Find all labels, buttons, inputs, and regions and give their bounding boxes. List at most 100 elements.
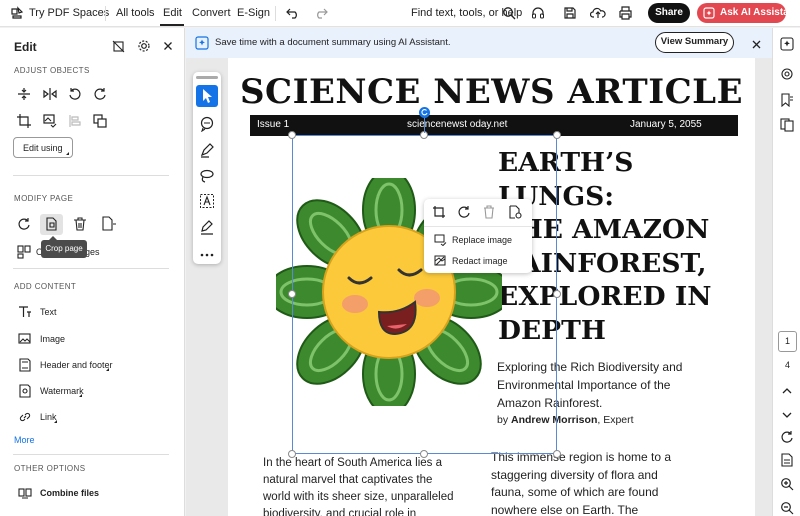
try-pdf-spaces-link[interactable]: Try PDF Spaces: [29, 7, 109, 19]
divider: [13, 268, 169, 269]
cursor-arrow-icon: [203, 89, 212, 103]
resize-handle[interactable]: [553, 131, 561, 139]
replace-image-item[interactable]: Replace image: [424, 231, 532, 249]
more-link[interactable]: More: [14, 435, 35, 445]
resize-handle[interactable]: [553, 290, 561, 298]
tooltip-pointer: [49, 236, 57, 240]
menu-edit-underline: [160, 24, 184, 26]
masthead-title[interactable]: SCIENCE NEWS ARTICLE: [228, 72, 755, 112]
undo-icon[interactable]: [286, 7, 300, 19]
link-item[interactable]: Link: [18, 408, 57, 426]
menu-convert[interactable]: Convert: [192, 7, 231, 19]
body-column-left[interactable]: In the heart of South America lies a nat…: [263, 455, 453, 516]
author-role: , Expert: [597, 414, 634, 426]
body-line: fauna, some of which are found: [491, 485, 659, 499]
ask-ai-assistant-button[interactable]: Ask AI Assistant: [697, 3, 798, 23]
search-icon[interactable]: [502, 6, 516, 20]
page-down-icon[interactable]: [782, 408, 792, 418]
resize-handle[interactable]: [288, 131, 296, 139]
settings-gear-icon[interactable]: [137, 39, 151, 53]
replace-image-icon[interactable]: [42, 113, 58, 129]
header-footer-item[interactable]: Header and footer: [18, 356, 113, 374]
text-box-icon[interactable]: [199, 193, 215, 209]
ctx-rotate-icon[interactable]: [457, 205, 471, 219]
organize-pages-icon[interactable]: [16, 244, 32, 260]
masthead-bar: Issue 1 sciencenewst oday.net January 5,…: [250, 115, 738, 136]
sync-icon[interactable]: [780, 67, 794, 81]
resize-handle[interactable]: [553, 450, 561, 458]
redact-image-label: Redact image: [452, 256, 508, 266]
add-image-item[interactable]: Image: [18, 330, 65, 348]
divider: [275, 6, 276, 21]
edit-using-button[interactable]: Edit using: [13, 137, 73, 158]
highlight-pen-icon[interactable]: [199, 142, 215, 158]
body-column-right[interactable]: This immense region is home to a stagger…: [491, 449, 671, 516]
refresh-icon[interactable]: [780, 430, 794, 444]
align-vertical-icon[interactable]: [16, 86, 32, 102]
sign-pen-icon[interactable]: [199, 219, 215, 235]
watermark-item[interactable]: Watermark: [18, 382, 84, 400]
pdf-spaces-icon[interactable]: [10, 6, 24, 20]
resize-handle[interactable]: [288, 450, 296, 458]
menu-esign[interactable]: E-Sign: [237, 7, 270, 19]
ctx-crop-icon[interactable]: [432, 205, 446, 219]
issue-label[interactable]: Issue 1: [257, 119, 289, 130]
zoom-in-icon[interactable]: [780, 477, 794, 491]
more-tools-icon[interactable]: [199, 247, 215, 257]
redact-image-item[interactable]: Redact image: [424, 252, 532, 270]
resize-handle[interactable]: [288, 290, 296, 298]
date-label[interactable]: January 5, 2055: [630, 119, 702, 130]
headphones-icon[interactable]: [531, 6, 545, 20]
crop-page-button[interactable]: [40, 214, 63, 235]
upload-cloud-icon[interactable]: [589, 6, 606, 20]
ctx-replace-icon[interactable]: [508, 205, 522, 219]
ctx-delete-icon[interactable]: [482, 205, 496, 219]
print-icon[interactable]: [618, 6, 633, 20]
body-line: world with its sheer size, unparalleled: [263, 491, 454, 503]
current-page-field[interactable]: 1: [778, 331, 797, 352]
close-panel-icon[interactable]: [163, 40, 173, 50]
palette-grip[interactable]: [196, 76, 218, 79]
select-tool-button[interactable]: [196, 85, 218, 107]
menu-edit[interactable]: Edit: [163, 7, 182, 19]
edit-using-label: Edit using: [23, 143, 63, 153]
page-view-icon[interactable]: [780, 453, 794, 467]
header-footer-icon: [18, 358, 32, 372]
menu-all-tools[interactable]: All tools: [116, 7, 155, 19]
arrange-objects-icon[interactable]: [92, 113, 108, 129]
zoom-out-icon[interactable]: [780, 501, 794, 515]
delete-page-icon[interactable]: [72, 216, 88, 232]
section-other-options: OTHER OPTIONS: [14, 464, 86, 473]
rotate-left-icon[interactable]: [67, 86, 83, 102]
hide-edits-icon[interactable]: [112, 40, 125, 53]
page-up-icon[interactable]: [782, 384, 792, 394]
add-text-icon: [18, 305, 32, 319]
image-selection-box[interactable]: [292, 135, 557, 454]
crop-icon[interactable]: [16, 113, 32, 129]
banner-text: Save time with a document summary using …: [215, 37, 451, 48]
ai-assistant-rail-icon[interactable]: [780, 37, 794, 51]
flip-horizontal-icon[interactable]: [42, 86, 58, 102]
draw-lasso-icon[interactable]: [199, 168, 215, 184]
ai-sparkle-icon: [703, 7, 715, 19]
rotate-right-icon[interactable]: [92, 86, 108, 102]
crop-page-tooltip: Crop page: [41, 240, 87, 258]
comment-add-icon[interactable]: [199, 116, 215, 133]
insert-page-icon[interactable]: [100, 216, 116, 232]
add-image-label: Image: [40, 334, 66, 344]
view-summary-button[interactable]: View Summary: [655, 32, 734, 53]
site-label[interactable]: sciencenewst oday.net: [407, 119, 507, 130]
combine-files-item[interactable]: Combine files: [18, 484, 99, 502]
rotate-handle-icon[interactable]: [419, 107, 430, 118]
pages-thumbnail-icon[interactable]: [780, 118, 794, 132]
add-text-item[interactable]: Text: [18, 303, 57, 321]
banner-close-icon[interactable]: [752, 38, 761, 49]
bookmark-icon[interactable]: [780, 93, 794, 108]
top-toolbar: Try PDF Spaces All tools Edit Convert E-…: [0, 0, 800, 27]
resize-handle[interactable]: [420, 450, 428, 458]
rotate-page-icon[interactable]: [16, 216, 32, 232]
share-button[interactable]: Share: [648, 3, 690, 23]
save-icon[interactable]: [563, 6, 577, 20]
redo-icon[interactable]: [314, 7, 328, 19]
watermark-icon: [18, 384, 32, 398]
